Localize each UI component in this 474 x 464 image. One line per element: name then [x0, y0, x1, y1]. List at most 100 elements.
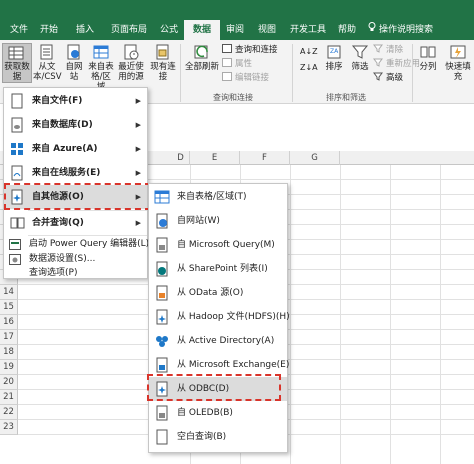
tab-review[interactable]: 审阅 — [220, 20, 250, 40]
text-to-columns-icon — [420, 46, 436, 58]
menu-item-launch-power-query[interactable]: 启动 Power Query 编辑器(L)... — [4, 237, 158, 252]
menu-item-label: 合并查询(Q) — [32, 218, 84, 228]
filter-label: 筛选 — [351, 62, 369, 72]
submenu-item-label: 自 OLEDB(B) — [177, 408, 233, 418]
menu-item-from-online-services[interactable]: 来自在线服务(E) ▶ — [4, 161, 147, 185]
submenu-item-from-table-range[interactable]: 来自表格/区域(T) — [149, 185, 287, 209]
text-to-columns-label: 分列 — [419, 62, 437, 72]
tab-file[interactable]: 文件 — [6, 20, 32, 40]
column-header-f[interactable]: F — [240, 151, 290, 165]
column-header-e[interactable]: E — [190, 151, 240, 165]
submenu-item-from-web[interactable]: 自网站(W) — [149, 209, 287, 233]
existing-connections-button[interactable]: 现有连接 — [149, 44, 177, 82]
tab-help[interactable]: 帮助 — [332, 20, 362, 40]
clear-label: 清除 — [386, 45, 404, 55]
submenu-item-label: 从 Active Directory(A) — [177, 336, 275, 346]
advanced-button[interactable]: 高级 — [373, 72, 403, 84]
filter-button[interactable]: 筛选 — [348, 44, 372, 72]
from-web-label: 自网站 — [65, 62, 83, 82]
row-header[interactable]: 19 — [0, 360, 18, 375]
ribbon-tab-bar: 文件 开始 插入 页面布局 公式 数据 审阅 视图 开发工具 帮助 操作说明搜索 — [0, 0, 474, 40]
clear-button[interactable]: 清除 — [373, 44, 403, 56]
row-header[interactable]: 23 — [0, 420, 18, 435]
menu-item-from-database[interactable]: 来自数据库(D) ▶ — [4, 113, 147, 137]
highlight-from-odbc — [147, 374, 281, 401]
menu-item-data-source-settings[interactable]: 数据源设置(S)... — [4, 252, 147, 267]
menu-item-label: 来自 Azure(A) — [32, 144, 98, 154]
sort-button[interactable]: ZA 排序 — [322, 44, 346, 72]
tell-me-label: 操作说明搜索 — [379, 25, 434, 35]
queries-icon — [222, 44, 232, 53]
connections-icon — [156, 44, 169, 60]
active-directory-icon — [156, 336, 168, 347]
exchange-icon — [156, 357, 168, 373]
menu-item-query-options[interactable]: 查询选项(P) — [4, 266, 147, 281]
submenu-item-from-odata-feed[interactable]: 从 OData 源(O) — [149, 281, 287, 305]
other-sources-submenu: 来自表格/区域(T) 自网站(W) 自 Microsoft Query(M) 从… — [148, 183, 290, 453]
tab-formulas[interactable]: 公式 — [154, 20, 184, 40]
tell-me-search[interactable]: 操作说明搜索 — [368, 20, 433, 40]
lightbulb-icon — [368, 20, 376, 40]
submenu-item-from-active-directory[interactable]: 从 Active Directory(A) — [149, 329, 287, 353]
from-text-csv-button[interactable]: 从文本/CSV — [33, 44, 62, 82]
odata-icon — [156, 285, 168, 301]
column-gridline — [390, 165, 391, 464]
menu-item-from-azure[interactable]: 来自 Azure(A) ▶ — [4, 137, 147, 161]
text-to-columns-button[interactable]: 分列 — [416, 44, 440, 72]
column-gridline — [340, 165, 341, 464]
oledb-icon — [156, 405, 168, 421]
menu-item-from-file[interactable]: 来自文件(F) ▶ — [4, 89, 147, 113]
column-header-g[interactable]: G — [290, 151, 340, 165]
sort-az-button[interactable]: A↓Z — [300, 46, 318, 58]
refresh-all-button[interactable]: 全部刷新 — [184, 44, 220, 72]
tab-insert[interactable]: 插入 — [70, 20, 100, 40]
row-header[interactable]: 17 — [0, 330, 18, 345]
online-service-icon — [11, 165, 23, 181]
flash-fill-button[interactable]: 快速填充 — [442, 44, 474, 82]
properties-button[interactable]: 属性 — [222, 58, 252, 70]
menu-item-label: 数据源设置(S)... — [29, 254, 96, 264]
tab-developer[interactable]: 开发工具 — [284, 20, 332, 40]
recent-sources-button[interactable]: 最近使用的源 — [117, 44, 145, 82]
submenu-item-from-oledb[interactable]: 自 OLEDB(B) — [149, 401, 287, 425]
reapply-icon — [373, 58, 383, 67]
reapply-label: 重新应用 — [386, 59, 421, 69]
submenu-item-from-microsoft-query[interactable]: 自 Microsoft Query(M) — [149, 233, 287, 257]
row-header[interactable]: 18 — [0, 345, 18, 360]
sort-label: 排序 — [325, 62, 343, 72]
edit-links-button[interactable]: 编辑链接 — [222, 72, 269, 84]
from-table-range-button[interactable]: 来自表格/区域 — [87, 44, 115, 92]
submenu-item-from-sharepoint-list[interactable]: 从 SharePoint 列表(I) — [149, 257, 287, 281]
row-header[interactable]: 16 — [0, 315, 18, 330]
links-icon — [222, 72, 232, 81]
row-header[interactable]: 22 — [0, 405, 18, 420]
submenu-item-label: 自网站(W) — [177, 216, 220, 226]
hadoop-icon — [156, 309, 168, 325]
row-header[interactable]: 20 — [0, 375, 18, 390]
submenu-item-blank-query[interactable]: 空白查询(B) — [149, 425, 287, 449]
row-header[interactable]: 14 — [0, 285, 18, 300]
row-header[interactable]: 21 — [0, 390, 18, 405]
sharepoint-icon — [156, 261, 168, 277]
settings-icon — [9, 254, 21, 265]
column-header-blank — [340, 151, 474, 165]
row-header[interactable]: 15 — [0, 300, 18, 315]
highlight-from-other-sources — [4, 183, 151, 210]
refresh-all-label: 全部刷新 — [184, 62, 219, 72]
submenu-item-from-hadoop[interactable]: 从 Hadoop 文件(HDFS)(H) — [149, 305, 290, 329]
tab-data[interactable]: 数据 — [184, 20, 220, 40]
queries-connections-button[interactable]: 查询和连接 — [222, 44, 278, 56]
column-header-d[interactable]: D — [172, 151, 190, 165]
tab-page-layout[interactable]: 页面布局 — [104, 20, 154, 40]
get-data-button[interactable]: 获取数据 — [2, 43, 32, 83]
group-queries-label: 查询和连接 — [213, 93, 253, 102]
filter-icon — [351, 45, 369, 59]
menu-item-combine-queries[interactable]: 合并查询(Q) ▶ — [4, 211, 147, 235]
menu-separator — [28, 235, 147, 236]
tab-view[interactable]: 视图 — [252, 20, 282, 40]
sort-za-button[interactable]: Z↓A — [300, 62, 318, 74]
menu-item-label: 查询选项(P) — [29, 268, 78, 278]
chevron-right-icon: ▶ — [135, 169, 141, 177]
tab-home[interactable]: 开始 — [34, 20, 64, 40]
from-web-button[interactable]: 自网站 — [63, 44, 85, 82]
